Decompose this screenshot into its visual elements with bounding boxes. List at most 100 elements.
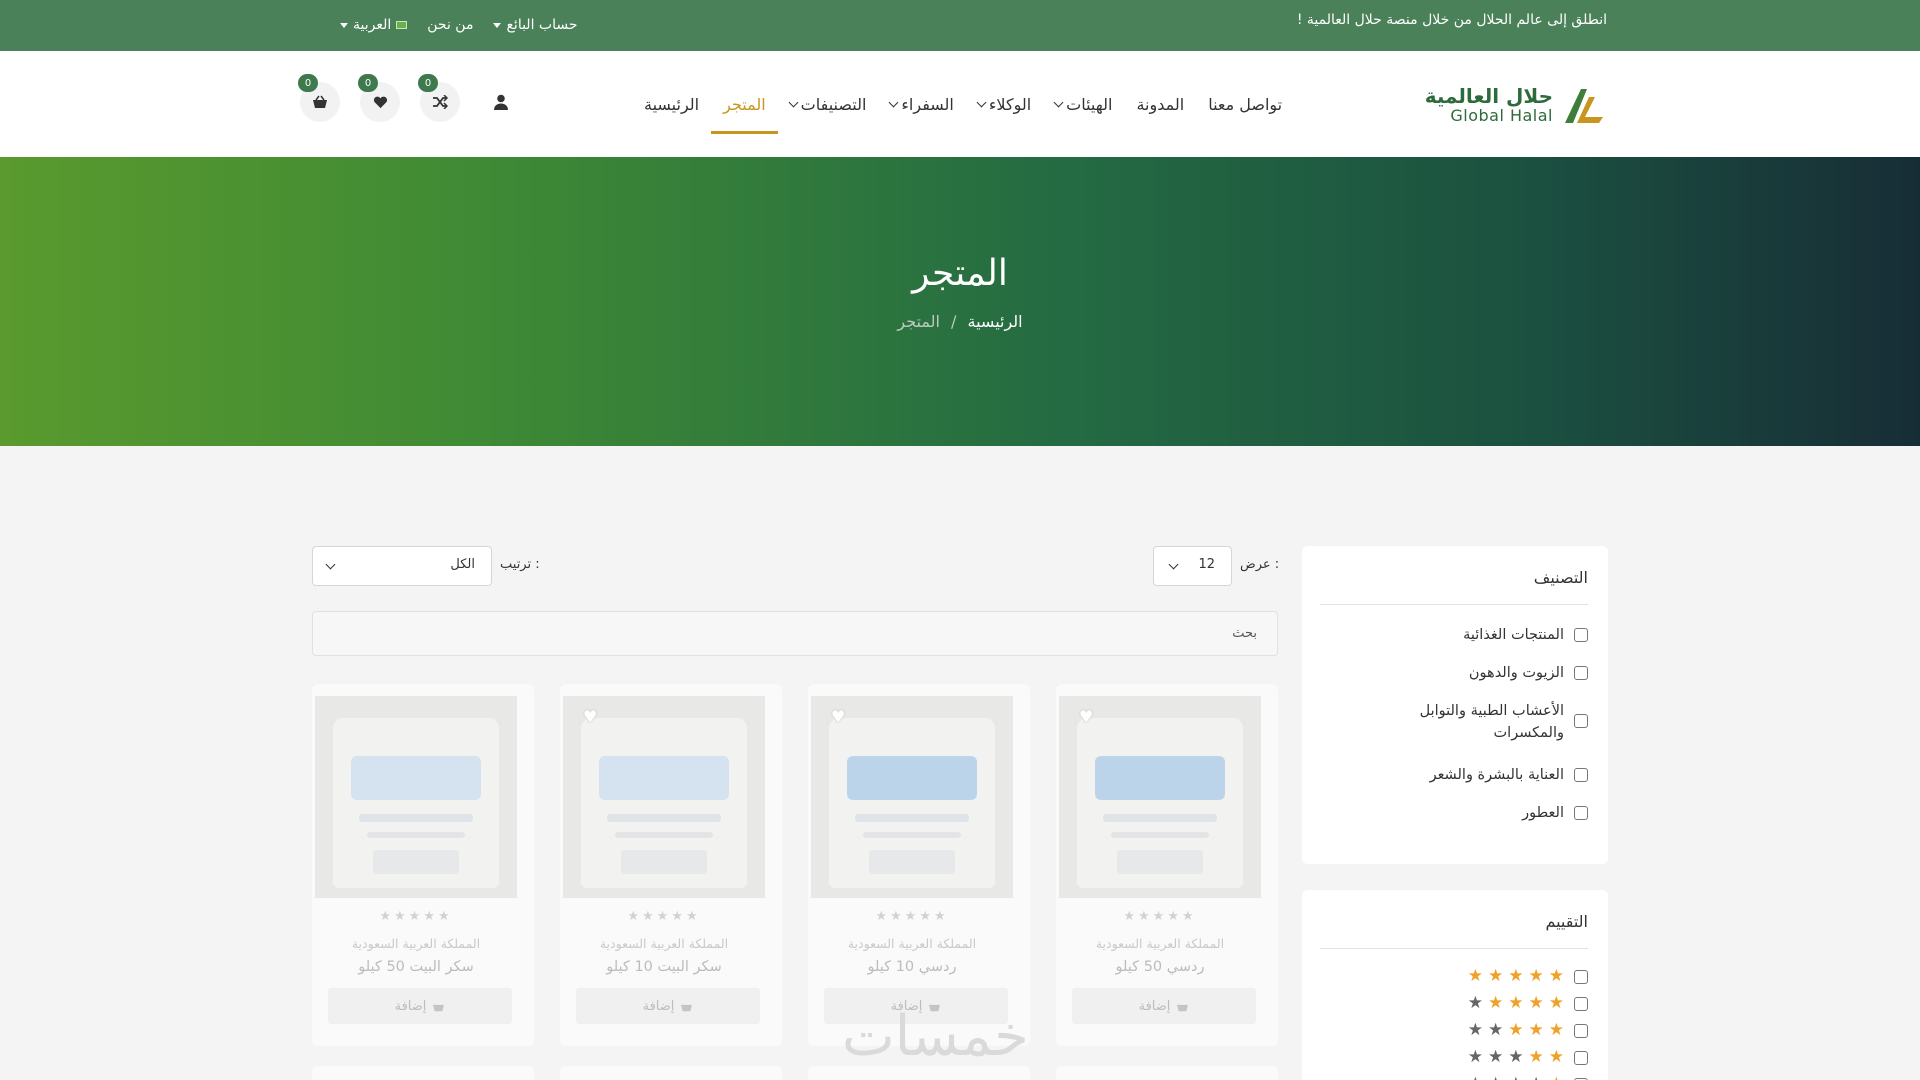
rating-option[interactable]: ★★★★★ [1468,968,1588,985]
sort-select[interactable]: الكل [312,546,492,586]
category-filter: التصنيف المنتجات الغذائية الزيوت والدهون… [1302,546,1608,864]
add-to-cart-button[interactable]: إضافة [1072,988,1256,1024]
add-to-cart-button[interactable]: إضافة [328,988,512,1024]
star-filled-icon: ★ [1528,966,1544,986]
heart-icon[interactable]: ♥ [831,707,845,726]
category-option[interactable]: العناية بالبشرة والشعر [1348,764,1588,786]
checkbox[interactable] [1574,666,1588,680]
star-filled-icon: ★ [1467,966,1483,986]
product-name[interactable]: سكر البيت 10 كيلو [560,959,768,975]
wishlist-count-badge: 0 [358,74,378,92]
product-card[interactable]: ♥ ★★★★★ المملكة العربية السعودية سكر البيت … [560,684,782,1046]
language-label: العربية [353,17,392,33]
category-label: الأعشاب الطبية والتوابل والمكسرات [1419,703,1564,742]
language-switcher[interactable]: العربية [340,17,408,33]
product-name[interactable]: ردسي 10 كيلو [808,959,1016,975]
checkbox[interactable] [1574,628,1588,642]
star-rating: ★★★★★ [1468,968,1564,985]
checkbox[interactable] [1574,996,1588,1011]
compare-button[interactable]: 0 [418,74,460,122]
product-name[interactable]: ردسي 50 كيلو [1056,959,1264,975]
product-name[interactable]: سكر البيت 50 كيلو [312,959,520,975]
rating-option[interactable]: ★★★★★ [1468,1076,1588,1080]
nav-item-home[interactable]: الرئيسية [632,91,711,117]
nav-item-agents[interactable]: الوكلاء [966,91,1043,117]
category-label: الزيوت والدهون [1468,665,1564,681]
rating-option[interactable]: ★★★★★ [1468,1022,1588,1039]
checkbox[interactable] [1574,714,1588,728]
nav-label: المتجر [723,94,766,114]
basket-icon [313,95,327,108]
checkbox[interactable] [1574,768,1588,782]
product-country: المملكة العربية السعودية [599,936,729,951]
nav-label: التصنيفات [800,94,867,114]
category-option[interactable]: المنتجات الغذائية [1348,624,1588,646]
star-filled-icon: ★ [1488,966,1504,986]
seller-account-label: حساب البائع [506,17,578,33]
checkbox[interactable] [1574,806,1588,820]
product-search [312,611,1278,656]
star-empty-icon: ★ [1488,1076,1503,1080]
flag-icon [396,21,408,29]
wishlist-button[interactable]: 0 [358,74,400,122]
product-bag-illustration [829,718,995,888]
breadcrumb-home[interactable]: الرئيسية [968,312,1023,331]
nav-item-bodies[interactable]: الهيئات [1043,91,1124,117]
cart-button[interactable]: 0 [298,74,340,122]
chevron-down-icon [1168,559,1179,570]
logo-mark-icon [1565,89,1603,123]
heart-icon[interactable]: ♥ [1079,707,1093,726]
star-filled-icon: ★ [1548,966,1564,986]
nav-item-blog[interactable]: المدونة [1124,91,1196,117]
product-card[interactable]: ♥ ★★★★★ المملكة العربية السعودية ردسي 50 كي… [1056,684,1278,1046]
basket-icon [1177,1004,1189,1011]
rating-option[interactable]: ★★★★★ [1468,995,1588,1012]
checkbox[interactable] [1574,1023,1588,1038]
nav-label: الهيئات [1066,94,1113,114]
star-empty-icon: ★ [1508,1047,1524,1067]
heart-icon [373,96,387,108]
product-image[interactable]: ♥ [1059,696,1261,898]
product-image[interactable]: ♥ [563,696,765,898]
category-option[interactable]: الزيوت والدهون [1348,662,1588,684]
product-country: المملكة العربية السعودية [1095,936,1225,951]
rating-option[interactable]: ★★★★★ [1468,1049,1588,1066]
product-card[interactable]: ♥ ★★★★★ المملكة العربية السعودية ردسي 10 كي… [808,684,1030,1046]
star-empty-icon: ★ [1488,1047,1504,1067]
show-count-value: 12 [1198,557,1215,572]
chevron-down-icon [976,97,987,108]
page-title: المتجر [912,253,1008,294]
nav-item-ambassadors[interactable]: السفراء [878,91,965,117]
nav-item-contact[interactable]: تواصل معنا [1196,91,1294,117]
caret-down-icon [493,22,502,28]
nav-item-shop[interactable]: المتجر [711,91,778,134]
show-count-label: عرض : [1240,557,1280,572]
product-image[interactable]: ♥ [811,696,1013,898]
nav-item-categories[interactable]: التصنيفات [778,91,879,117]
checkbox[interactable] [1574,1050,1588,1065]
add-to-cart-button[interactable]: إضافة [576,988,760,1024]
seller-account-menu[interactable]: حساب البائع [493,17,578,33]
about-link[interactable]: من نحن [427,17,473,33]
search-input[interactable] [313,612,1277,655]
site-logo[interactable]: حلال العالمية Global Halal [1425,81,1607,129]
main-header: حلال العالمية Global Halal الرئيسية المت… [0,51,1920,157]
star-filled-icon: ★ [1508,1020,1524,1040]
star-rating: ★★★★★ [1468,1022,1564,1039]
star-rating: ★★★★★ [1468,1049,1564,1066]
product-image[interactable] [315,696,517,898]
category-option[interactable]: العطور [1348,802,1588,824]
user-icon[interactable] [494,94,508,110]
product-bag-illustration [1077,718,1243,888]
heart-icon[interactable]: ♥ [583,707,597,726]
show-count-select[interactable]: 12 [1153,546,1232,586]
product-bag-illustration [581,718,747,888]
product-rating: ★★★★★ [627,909,701,924]
nav-label: المدونة [1136,94,1185,114]
category-option[interactable]: الأعشاب الطبية والتوابل والمكسرات [1388,700,1588,745]
product-card[interactable]: ★★★★★ المملكة العربية السعودية سكر البيت 5… [312,684,534,1046]
checkbox[interactable] [1574,969,1588,984]
logo-english: Global Halal [1450,106,1553,126]
rating-filter-title: التقييم [1545,912,1588,931]
sort-value: الكل [450,557,475,572]
